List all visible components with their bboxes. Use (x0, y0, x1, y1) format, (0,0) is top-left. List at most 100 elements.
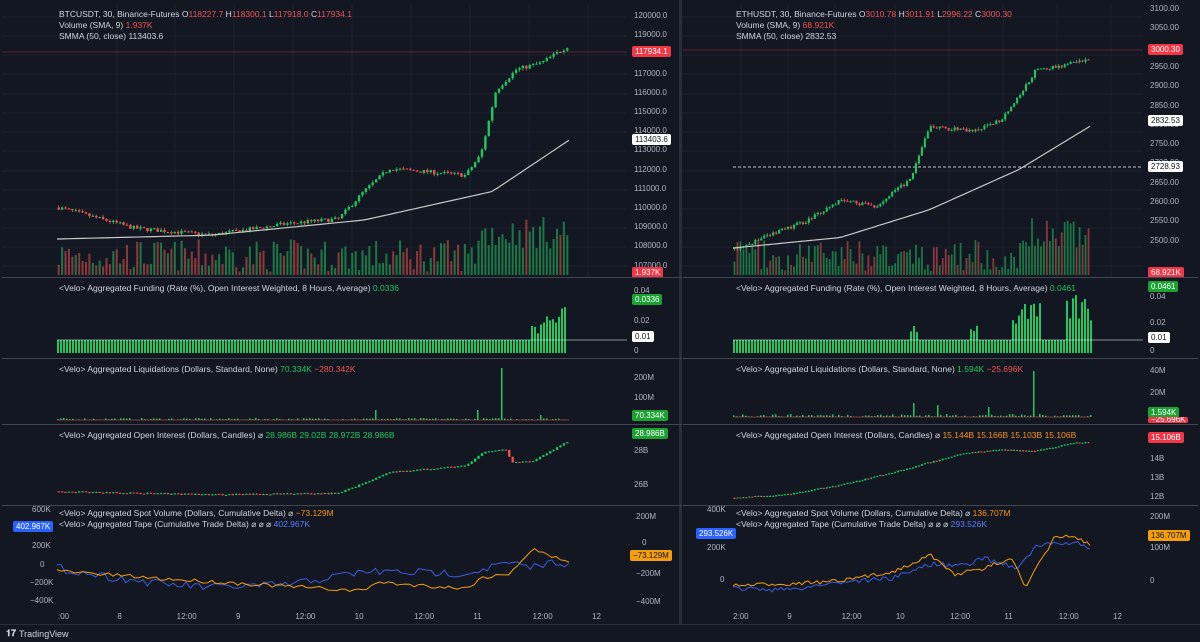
eth-funding-bar (970, 329, 972, 353)
btc-price-chart[interactable] (2, 5, 627, 277)
eth-volume-bar (825, 257, 828, 275)
eth-price-chart[interactable] (683, 5, 1143, 277)
eth-spot-legend[interactable]: <Velo> Aggregated Spot Volume (Dollars, … (736, 508, 1010, 519)
btc-candle (330, 218, 333, 222)
btc-volume-bar (252, 264, 255, 275)
btc-candle (293, 222, 296, 224)
btc-candle (115, 220, 118, 223)
eth-liq-bar (880, 414, 882, 417)
eth-volume-bar (1048, 241, 1051, 275)
eth-funding-bar (904, 340, 906, 353)
time-tick: 12:00 (950, 612, 971, 621)
eth-funding-bar (1030, 305, 1032, 353)
btc-funding-bar (543, 322, 545, 353)
eth-funding-bar (781, 340, 783, 353)
btc-candle (467, 170, 470, 175)
btc-funding-bar (321, 340, 323, 353)
eth-volume-bar (980, 262, 983, 275)
eth-volume-bar (1069, 223, 1072, 275)
btc-oi-legend[interactable]: <Velo> Aggregated Open Interest (Dollars… (59, 430, 395, 441)
eth-tape-legend[interactable]: <Velo> Aggregated Tape (Cumulative Trade… (736, 519, 987, 530)
btc-funding-bar (129, 340, 131, 353)
btc-funding-bar (78, 340, 80, 353)
eth-candle (879, 203, 882, 207)
time-tick: 9 (787, 612, 792, 621)
btc-oi-candle (310, 493, 313, 495)
btc-funding-bar (417, 340, 419, 353)
btc-oi-candle (258, 493, 262, 495)
btc-oi-candle (531, 461, 535, 463)
eth-funding-bar (976, 325, 978, 353)
eth-volume-bar (950, 254, 953, 275)
btc-candle (450, 172, 453, 174)
eth-oi-candle (953, 455, 956, 457)
btc-oi-candle (497, 450, 501, 452)
btc-candle (470, 167, 473, 171)
eth-candle (798, 222, 801, 224)
eth-funding-bar (856, 340, 858, 353)
eth-symbol-title[interactable]: ETHUSDT, 30, Binance-Futures (736, 9, 856, 19)
eth-candle (795, 222, 799, 226)
eth-funding-legend[interactable]: <Velo> Aggregated Funding (Rate (%), Ope… (736, 283, 1076, 294)
btc-oi-candle (388, 472, 391, 474)
eth-legend-smma[interactable]: SMMA (50, close) 2832.53 (736, 31, 836, 42)
btc-volume-bar (545, 241, 548, 275)
btc-volume-bar (156, 242, 159, 275)
eth-volume-bar (846, 241, 849, 275)
btc-volume-bar (480, 230, 483, 275)
eth-oi-candle (1084, 442, 1087, 444)
panel-divider[interactable] (679, 0, 682, 624)
eth-candle (1001, 119, 1004, 122)
tradingview-logo[interactable]: 𝟏𝟕 TradingView (6, 628, 69, 639)
btc-volume-bar (105, 257, 108, 275)
time-tick: 11 (473, 612, 482, 621)
eth-liq-bar (832, 414, 834, 417)
btc-funding-bar (483, 340, 485, 353)
btc-volume-bar (498, 236, 501, 275)
btc-spot-legend[interactable]: <Velo> Aggregated Spot Volume (Dollars, … (59, 508, 334, 519)
eth-funding-bar (892, 340, 894, 353)
eth-liq-legend[interactable]: <Velo> Aggregated Liquidations (Dollars,… (736, 364, 1023, 375)
btc-oi-candle (245, 493, 248, 495)
btc-oi-candle (306, 493, 310, 495)
eth-oi-candle (849, 482, 852, 484)
eth-volume-bar (739, 241, 742, 275)
btc-oi-candle (327, 493, 330, 495)
btc-chart-panel[interactable]: BTCUSDT, 30, Binance-Futures O118227.7 H… (2, 5, 682, 623)
btc-volume-bar (317, 264, 320, 275)
btc-volume-bar (67, 248, 70, 275)
btc-oi-candle (419, 469, 422, 471)
btc-funding-bar (198, 340, 200, 353)
eth-volume-bar (986, 250, 989, 275)
eth-legend-volume[interactable]: Volume (SMA, 9) 68.921K (736, 20, 834, 31)
price-tick: 2750.00 (1150, 139, 1179, 149)
eth-chart-panel[interactable]: ETHUSDT, 30, Binance-Futures O3010.78 H3… (683, 4, 1198, 623)
btc-spot-label: <Velo> Aggregated Spot Volume (Dollars, … (59, 508, 286, 518)
btc-funding-bar (387, 340, 389, 353)
btc-oi-candle (443, 467, 446, 469)
btc-volume-bar (399, 240, 402, 275)
btc-candle (412, 169, 415, 171)
btc-tape-legend[interactable]: <Velo> Aggregated Tape (Cumulative Trade… (59, 519, 310, 530)
eth-oi-candle (1045, 448, 1048, 450)
eth-candle (789, 226, 793, 229)
eth-candle (781, 228, 784, 230)
btc-liq-bar (375, 410, 377, 420)
btc-funding-legend[interactable]: <Velo> Aggregated Funding (Rate (%), Ope… (59, 283, 399, 294)
btc-oi-open: 28.986B (265, 430, 298, 440)
eth-oi-legend[interactable]: <Velo> Aggregated Open Interest (Dollars… (736, 430, 1076, 441)
eth-funding-ref-tag: 0.01 (1148, 332, 1170, 343)
btc-oi-candle (323, 493, 327, 495)
btc-volume-bar (122, 259, 125, 275)
btc-candle (91, 215, 95, 217)
btc-oi-candle (313, 493, 316, 495)
btc-legend-volume[interactable]: Volume (SMA, 9) 1.937K (59, 20, 153, 31)
btc-oi-candle (514, 461, 518, 463)
btc-liq-legend[interactable]: <Velo> Aggregated Liquidations (Dollars,… (59, 364, 356, 375)
btc-low-value: 117918.0 (273, 9, 309, 19)
btc-legend-smma[interactable]: SMMA (50, close) 113403.6 (59, 31, 163, 42)
btc-symbol-title[interactable]: BTCUSDT, 30, Binance-Futures (59, 9, 179, 19)
btc-funding-bar (423, 340, 425, 353)
btc-candle (57, 207, 60, 210)
time-tick: 8 (117, 612, 122, 621)
